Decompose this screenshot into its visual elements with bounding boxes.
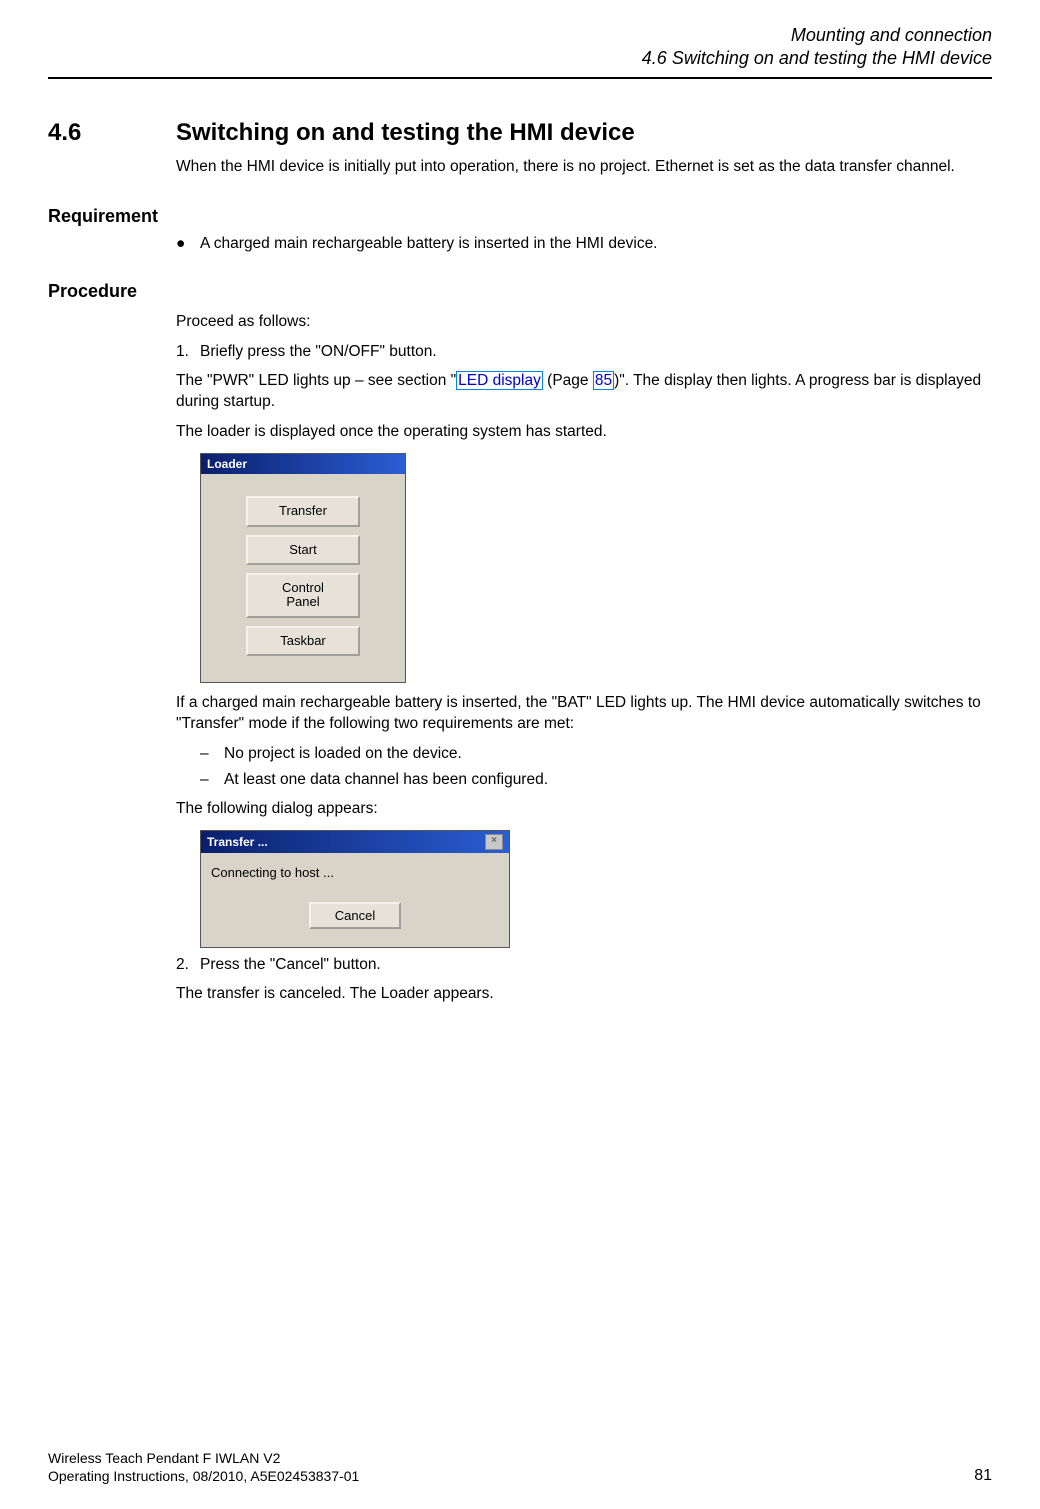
footer-left: Wireless Teach Pendant F IWLAN V2 Operat… [48,1449,359,1485]
dash-2-text: At least one data channel has been confi… [224,771,548,789]
step-2-number: 2. [176,956,200,974]
step-1: 1. Briefly press the "ON/OFF" button. [176,343,992,361]
close-icon[interactable]: × [485,834,503,850]
page-number: 81 [974,1467,992,1485]
header-chapter: Mounting and connection [48,24,992,47]
step-1-text: Briefly press the "ON/OFF" button. [200,343,437,361]
step-1-dash-2: – At least one data channel has been con… [200,771,992,789]
page: Mounting and connection 4.6 Switching on… [0,0,1040,1509]
dash-1-text: No project is loaded on the device. [224,745,462,763]
taskbar-button[interactable]: Taskbar [246,626,360,656]
transfer-button[interactable]: Transfer [246,496,360,526]
loader-titlebar: Loader [201,454,405,474]
step-1-detail-2: The loader is displayed once the operati… [176,422,992,443]
procedure-heading: Procedure [48,281,992,302]
requirement-bullet: ● A charged main rechargeable battery is… [176,235,992,253]
step-1-number: 1. [176,343,200,361]
section-intro-block: When the HMI device is initially put int… [176,157,992,178]
loader-body: Transfer Start Control Panel Taskbar [201,474,405,681]
procedure-block: Proceed as follows: 1. Briefly press the… [176,312,992,1005]
section-heading-row: 4.6 Switching on and testing the HMI dev… [48,119,992,147]
section-number: 4.6 [48,119,176,147]
dash-icon: – [200,745,224,763]
running-header: Mounting and connection 4.6 Switching on… [48,24,992,71]
step-2-detail-1: The transfer is canceled. The Loader app… [176,984,992,1005]
led-display-link[interactable]: LED display [456,371,543,390]
bullet-icon: ● [176,235,200,253]
step-1-dash-1: – No project is loaded on the device. [200,745,992,763]
footer-docinfo: Operating Instructions, 08/2010, A5E0245… [48,1467,359,1485]
step1-p1-pre: The "PWR" LED lights up – see section " [176,372,456,389]
step-2: 2. Press the "Cancel" button. [176,956,992,974]
dash-icon: – [200,771,224,789]
step-1-detail-4: The following dialog appears: [176,799,992,820]
requirement-text: A charged main rechargeable battery is i… [200,235,658,253]
footer-product: Wireless Teach Pendant F IWLAN V2 [48,1449,359,1467]
control-panel-button[interactable]: Control Panel [246,573,360,618]
transfer-body: Connecting to host ... Cancel [201,853,509,947]
start-button[interactable]: Start [246,535,360,565]
transfer-window: Transfer ... × Connecting to host ... Ca… [200,830,510,948]
loader-title: Loader [207,457,247,471]
requirement-heading: Requirement [48,206,992,227]
header-section: 4.6 Switching on and testing the HMI dev… [48,47,992,70]
transfer-status: Connecting to host ... [211,865,499,880]
procedure-intro: Proceed as follows: [176,312,992,333]
section-intro: When the HMI device is initially put int… [176,157,992,178]
step-1-detail-3: If a charged main rechargeable battery i… [176,693,992,735]
transfer-title: Transfer ... [207,835,268,849]
step-2-text: Press the "Cancel" button. [200,956,381,974]
page-footer: Wireless Teach Pendant F IWLAN V2 Operat… [48,1449,992,1485]
requirement-block: ● A charged main rechargeable battery is… [176,235,992,253]
header-rule [48,77,992,79]
transfer-titlebar: Transfer ... × [201,831,509,853]
cancel-button[interactable]: Cancel [309,902,401,929]
step1-p1-mid: (Page [543,372,593,389]
loader-window: Loader Transfer Start Control Panel Task… [200,453,406,682]
page-85-link[interactable]: 85 [593,371,614,390]
section-title: Switching on and testing the HMI device [176,119,635,147]
step-1-detail-1: The "PWR" LED lights up – see section "L… [176,371,992,413]
